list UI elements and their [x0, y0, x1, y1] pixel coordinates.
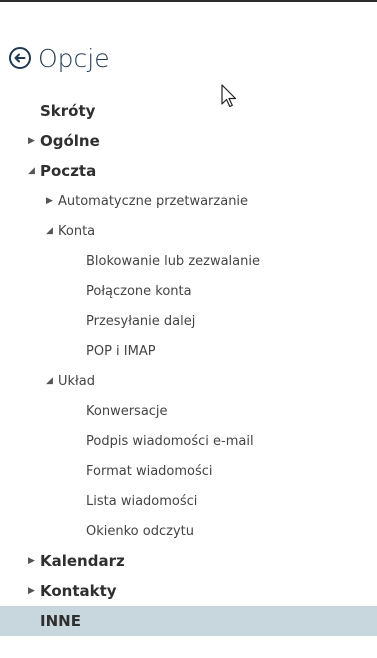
nav-message-format-label: Format wiadomości [86, 463, 213, 479]
nav-connected-accounts-label: Połączone konta [86, 283, 192, 299]
nav-contacts-label: Kontakty [40, 582, 117, 600]
options-header: Opcje [8, 42, 110, 74]
page-title: Opcje [38, 43, 110, 73]
nav-block-or-allow[interactable]: Blokowanie lub zezwalanie [0, 246, 377, 276]
nav-reading-pane-label: Okienko odczytu [86, 523, 194, 539]
top-divider [0, 0, 377, 2]
nav-mail-label: Poczta [40, 162, 97, 180]
nav-conversations[interactable]: Konwersacje [0, 396, 377, 426]
nav-layout-label: Układ [58, 373, 95, 389]
collapsed-triangle-icon: ▶ [28, 135, 35, 146]
nav-conversations-label: Konwersacje [86, 403, 168, 419]
nav-automatic-processing-label: Automatyczne przetwarzanie [58, 193, 249, 209]
nav-forwarding-label: Przesyłanie dalej [86, 313, 196, 329]
collapsed-triangle-icon: ▶ [28, 585, 35, 596]
nav-block-or-allow-label: Blokowanie lub zezwalanie [86, 253, 260, 269]
nav-general[interactable]: ▶ Ogólne [0, 126, 377, 156]
nav-forwarding[interactable]: Przesyłanie dalej [0, 306, 377, 336]
expanded-triangle-icon: ◢ [28, 165, 35, 176]
expanded-triangle-icon: ◢ [46, 225, 53, 236]
nav-message-list[interactable]: Lista wiadomości [0, 486, 377, 516]
expanded-triangle-icon: ◢ [46, 375, 53, 386]
nav-general-label: Ogólne [40, 132, 100, 150]
nav-contacts[interactable]: ▶ Kontakty [0, 576, 377, 606]
nav-reading-pane[interactable]: Okienko odczytu [0, 516, 377, 546]
nav-message-list-label: Lista wiadomości [86, 493, 198, 509]
nav-layout[interactable]: ◢ Układ [0, 366, 377, 396]
nav-other[interactable]: INNE [0, 606, 377, 636]
nav-connected-accounts[interactable]: Połączone konta [0, 276, 377, 306]
nav-message-format[interactable]: Format wiadomości [0, 456, 377, 486]
collapsed-triangle-icon: ▶ [46, 195, 53, 206]
nav-email-signature[interactable]: Podpis wiadomości e-mail [0, 426, 377, 456]
nav-shortcuts-label: Skróty [40, 102, 96, 120]
nav-calendar-label: Kalendarz [40, 552, 125, 570]
options-navigation: Skróty ▶ Ogólne ◢ Poczta ▶ Automatyczne … [0, 96, 377, 636]
collapsed-triangle-icon: ▶ [28, 555, 35, 566]
nav-accounts-label: Konta [58, 223, 96, 239]
nav-accounts[interactable]: ◢ Konta [0, 216, 377, 246]
back-arrow-circle-icon[interactable] [8, 46, 32, 70]
nav-pop-imap-label: POP i IMAP [86, 343, 156, 359]
nav-automatic-processing[interactable]: ▶ Automatyczne przetwarzanie [0, 186, 377, 216]
nav-calendar[interactable]: ▶ Kalendarz [0, 546, 377, 576]
nav-email-signature-label: Podpis wiadomości e-mail [86, 433, 254, 449]
nav-pop-imap[interactable]: POP i IMAP [0, 336, 377, 366]
nav-other-label: INNE [40, 612, 81, 630]
nav-mail[interactable]: ◢ Poczta [0, 156, 377, 186]
nav-shortcuts[interactable]: Skróty [0, 96, 377, 126]
